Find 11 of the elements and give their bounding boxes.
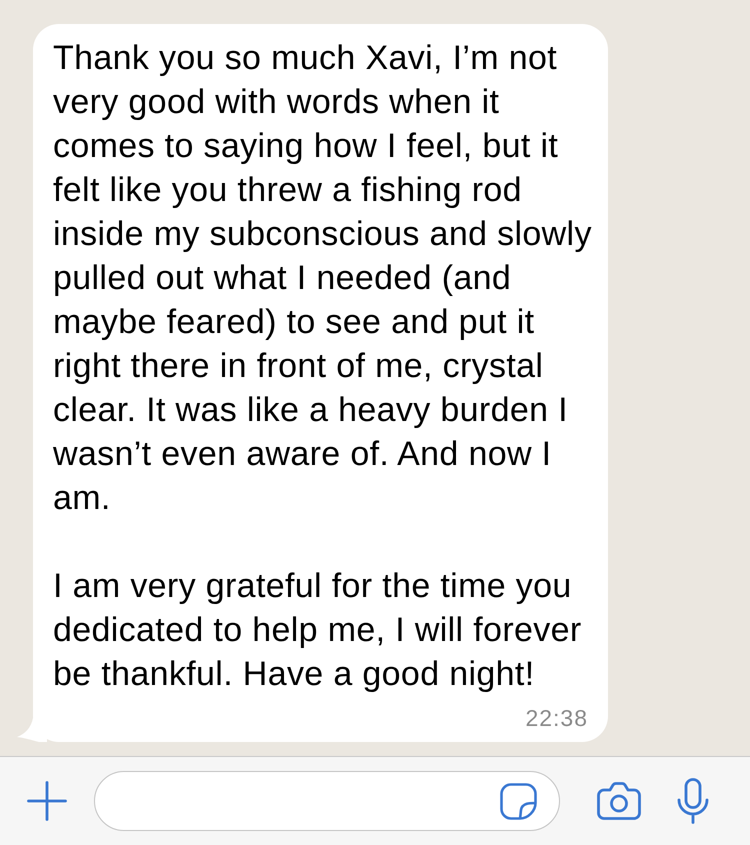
sticker-button[interactable]	[500, 782, 537, 820]
message-text: Thank you so much Xavi, I’m not very good with words when it comes to saying how I feel, but it felt like you threw a fishing rod inside my subconscious and slowly pulled out what I needed (and maybe feared) to see and put it right there in front of me, crystal clear. It was like a heavy burden I wasn’t even aware of. And now I am.	[53, 38, 593, 519]
plus-icon	[27, 781, 67, 821]
camera-icon	[597, 782, 641, 820]
camera-button[interactable]	[597, 782, 641, 820]
message-text: I am very grateful for the time you dedicated to help me, I will forever be thankful. Have a good night!	[53, 566, 583, 695]
microphone-icon	[677, 778, 709, 824]
microphone-button[interactable]	[677, 778, 709, 824]
add-button[interactable]	[27, 781, 67, 821]
sticker-icon	[500, 782, 537, 820]
message-time: 22:38	[525, 704, 588, 732]
